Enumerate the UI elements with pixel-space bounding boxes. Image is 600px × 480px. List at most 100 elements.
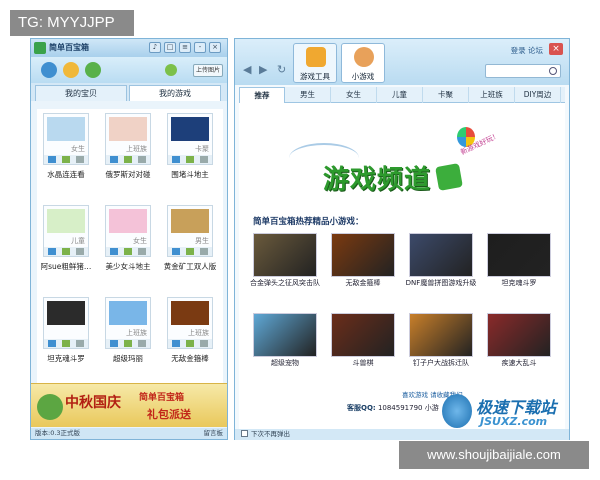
category-tab[interactable]: DIY周边 xyxy=(515,87,561,103)
music-button[interactable]: ♪ xyxy=(149,42,161,53)
dont-show-checkbox[interactable] xyxy=(241,430,248,437)
featured-game-name: 疾速大乱斗 xyxy=(501,359,537,367)
upload-icon[interactable] xyxy=(62,248,70,255)
message-board-link[interactable]: 留言板 xyxy=(204,428,224,439)
upload-icon[interactable] xyxy=(124,340,132,347)
settings-icon[interactable] xyxy=(138,248,146,255)
game-thumbnail xyxy=(171,209,209,233)
game-name: 美少女斗地主 xyxy=(105,262,151,271)
search-icon[interactable] xyxy=(549,67,557,75)
upload-icon[interactable] xyxy=(186,156,194,163)
hero-badge-icon xyxy=(435,163,463,191)
featured-game[interactable]: 合金弹头之征风突击队 xyxy=(250,233,320,303)
upload-icon[interactable] xyxy=(186,248,194,255)
game-thumbnail xyxy=(171,117,209,141)
right-window: ◀ ▶ ↻ 游戏工具 小游戏 登录 论坛 × 推荐 男生 女生 儿童 卡聚 上班族 DIY周… xyxy=(234,38,570,440)
banner-brand: 简单百宝箱 xyxy=(139,393,185,403)
settings-icon[interactable] xyxy=(76,248,84,255)
category-tab[interactable]: 儿童 xyxy=(377,87,423,103)
tab-my-games[interactable]: 我的游戏 xyxy=(129,85,221,101)
play-icon[interactable] xyxy=(172,340,180,347)
refresh-icon[interactable] xyxy=(85,62,101,78)
play-icon[interactable] xyxy=(172,248,180,255)
game-name: 水晶连连看 xyxy=(47,170,85,179)
back-icon[interactable]: ◀ xyxy=(243,63,251,76)
play-icon[interactable] xyxy=(172,156,180,163)
game-tile-frame: 女生 xyxy=(105,205,151,257)
featured-game[interactable]: 超级宠物 xyxy=(253,313,317,383)
game-name: 俄罗斯对对碰 xyxy=(105,170,151,179)
left-window: 简单百宝箱 ♪ □ ≡ - × 上传图片 我的宝贝 我的游戏 女生 水晶连连看 上班… xyxy=(30,38,228,440)
featured-game-thumbnail xyxy=(409,313,473,357)
settings-icon[interactable] xyxy=(200,248,208,255)
featured-game[interactable]: 坦克魂斗罗 xyxy=(487,233,551,303)
game-thumbnail xyxy=(47,209,85,233)
game-tile[interactable]: 上班族 无敌金箍棒 xyxy=(161,297,219,375)
search-input[interactable] xyxy=(485,64,561,78)
play-icon[interactable] xyxy=(110,248,118,255)
reload-icon[interactable]: ↻ xyxy=(277,63,286,76)
featured-game[interactable]: 疾速大乱斗 xyxy=(487,313,551,383)
upload-icon[interactable] xyxy=(62,156,70,163)
app-title: 简单百宝箱 xyxy=(49,43,89,52)
game-name: 围堵斗地主 xyxy=(171,170,209,179)
play-icon[interactable] xyxy=(48,340,56,347)
category-tab[interactable]: 推荐 xyxy=(239,87,285,103)
game-tile[interactable]: 儿童 阿sue粗鲜猪… xyxy=(37,205,95,283)
upload-icon[interactable] xyxy=(186,340,194,347)
tab-mini-games[interactable]: 小游戏 xyxy=(341,43,385,83)
category-tab[interactable]: 女生 xyxy=(331,87,377,103)
featured-game[interactable]: DNF魔兽拼图游戏升级 xyxy=(406,233,476,303)
play-icon[interactable] xyxy=(48,248,56,255)
settings-icon[interactable] xyxy=(76,156,84,163)
featured-game[interactable]: 斗兽棋 xyxy=(331,313,395,383)
login-forum-links[interactable]: 登录 论坛 xyxy=(511,45,543,56)
menu-button[interactable]: ≡ xyxy=(179,42,191,53)
banner-headline: 中秋国庆 xyxy=(65,395,121,411)
upload-icon[interactable] xyxy=(124,248,132,255)
game-tile-actions xyxy=(168,339,212,348)
featured-game[interactable]: 钉子户大战拆迁队 xyxy=(409,313,473,383)
game-tile-actions xyxy=(44,155,88,164)
minimize-button[interactable]: - xyxy=(194,42,206,53)
game-category: 儿童 xyxy=(71,237,85,245)
tab-my-treasures[interactable]: 我的宝贝 xyxy=(35,85,127,101)
game-tile-actions xyxy=(44,247,88,256)
category-tab[interactable]: 上班族 xyxy=(469,87,515,103)
settings-icon[interactable] xyxy=(200,156,208,163)
gift-icon[interactable] xyxy=(63,62,79,78)
mini-games-icon xyxy=(354,47,374,67)
category-tab[interactable]: 男生 xyxy=(285,87,331,103)
settings-icon[interactable] xyxy=(138,156,146,163)
contact-info: 客服QQ: 1084591790 小游 xyxy=(347,403,439,413)
featured-game-thumbnail xyxy=(331,313,395,357)
category-tab[interactable]: 卡聚 xyxy=(423,87,469,103)
user-icon[interactable] xyxy=(165,64,177,76)
close-button[interactable]: × xyxy=(209,42,221,53)
game-tile[interactable]: 上班族 俄罗斯对对碰 xyxy=(99,113,157,191)
game-tile-frame: 男生 xyxy=(167,205,213,257)
right-close-button[interactable]: × xyxy=(549,43,563,55)
featured-game[interactable]: 无敌金箍棒 xyxy=(331,233,395,303)
settings-icon[interactable] xyxy=(138,340,146,347)
settings-icon[interactable] xyxy=(76,340,84,347)
game-tile-frame: 上班族 xyxy=(167,297,213,349)
upload-icon[interactable] xyxy=(62,340,70,347)
play-icon[interactable] xyxy=(48,156,56,163)
upload-picture-button[interactable]: 上传图片 xyxy=(193,64,223,77)
upload-icon[interactable] xyxy=(124,156,132,163)
play-icon[interactable] xyxy=(110,340,118,347)
promo-banner[interactable]: 中秋国庆 简单百宝箱 礼包派送 xyxy=(31,383,227,427)
game-tile[interactable]: 卡聚 围堵斗地主 xyxy=(161,113,219,191)
tab-game-tools[interactable]: 游戏工具 xyxy=(293,43,337,83)
play-icon[interactable] xyxy=(110,156,118,163)
game-tile[interactable]: 坦克魂斗罗 xyxy=(37,297,95,375)
game-tile[interactable]: 男生 黄金矿工双人版 xyxy=(161,205,219,283)
game-tile[interactable]: 女生 美少女斗地主 xyxy=(99,205,157,283)
game-tile[interactable]: 上班族 超级玛丽 xyxy=(99,297,157,375)
home-icon[interactable] xyxy=(41,62,57,78)
game-tile[interactable]: 女生 水晶连连看 xyxy=(37,113,95,191)
settings-icon[interactable] xyxy=(200,340,208,347)
skin-button[interactable]: □ xyxy=(164,42,176,53)
forward-icon[interactable]: ▶ xyxy=(259,63,267,76)
